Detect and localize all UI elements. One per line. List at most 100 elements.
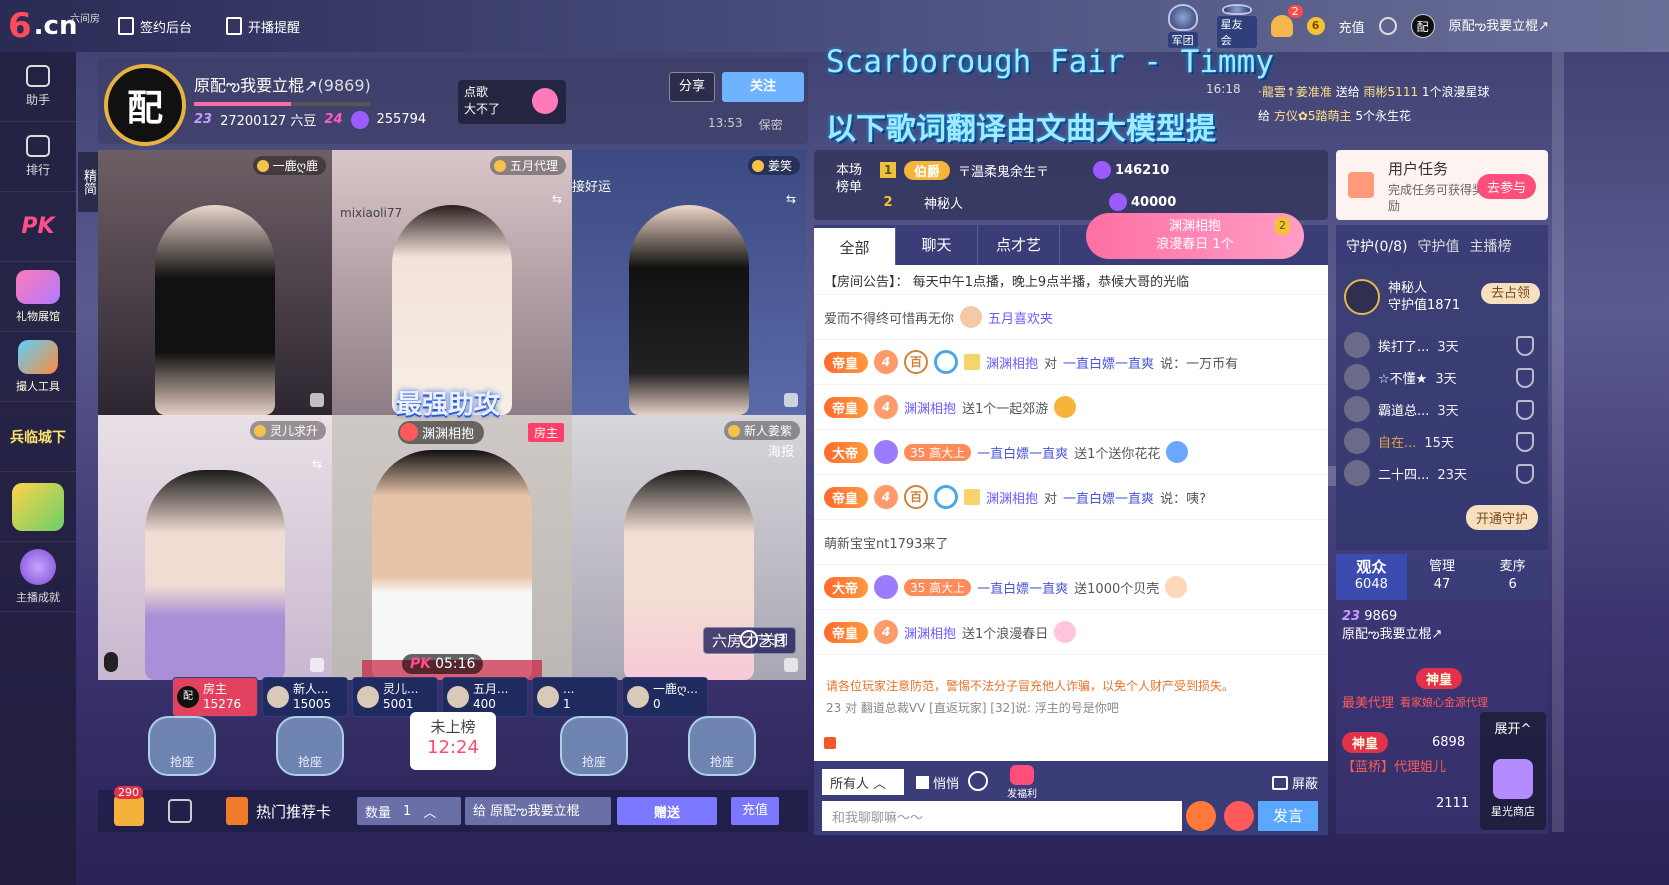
list-item[interactable]: 挨打了... 3天 bbox=[1344, 329, 1540, 361]
sidebar-item-gift-hall[interactable]: 礼物展馆 bbox=[0, 262, 76, 332]
user-avatar[interactable]: 配 bbox=[1410, 14, 1435, 38]
tab-anchor-rank[interactable]: 主播榜 bbox=[1469, 236, 1511, 256]
message-user[interactable]: 渊渊相抱 bbox=[904, 398, 956, 417]
join-task-button[interactable]: 去参与 bbox=[1476, 174, 1536, 199]
shop-icon[interactable] bbox=[1493, 759, 1533, 799]
host-name-tag[interactable]: 渊渊相抱 bbox=[398, 421, 485, 444]
sidebar-item-siege[interactable]: 兵临城下 bbox=[0, 402, 76, 472]
swap-icon[interactable]: ⇆ bbox=[786, 192, 796, 206]
sidebar-item-pk[interactable]: PK bbox=[0, 192, 76, 262]
rocket-icon[interactable] bbox=[1186, 801, 1216, 831]
welfare-button[interactable]: 发福利 bbox=[1004, 765, 1040, 800]
video-cell[interactable]: 五月代理 mixiaoli77 ⇆ bbox=[332, 150, 572, 415]
emoji-icon[interactable] bbox=[968, 771, 988, 791]
simplify-toggle[interactable]: 精简 bbox=[78, 152, 98, 212]
list-item[interactable]: 霸道总... 3天 bbox=[1344, 393, 1540, 425]
list-item[interactable]: 神皇 6898 bbox=[1342, 732, 1465, 753]
menu-icon[interactable] bbox=[1378, 17, 1397, 35]
message-user[interactable]: 五月喜欢夹 bbox=[988, 308, 1053, 327]
quantity-select[interactable]: 数量 1 ︿ bbox=[357, 797, 462, 825]
video-cell[interactable]: 姜笑 接好运 ⇆ bbox=[572, 150, 806, 415]
list-item[interactable]: 【蓝桥】代理姐儿 bbox=[1342, 756, 1446, 775]
paper-crane-icon[interactable] bbox=[168, 799, 192, 823]
microphone-icon[interactable] bbox=[104, 652, 118, 672]
collapse-handle[interactable] bbox=[1326, 466, 1336, 486]
anchor-name-text[interactable]: 原配ఌ我要立棍↗ bbox=[194, 76, 318, 95]
swap-icon[interactable]: ⇆ bbox=[312, 457, 322, 471]
swap-icon[interactable]: ⇆ bbox=[552, 192, 562, 206]
list-item[interactable]: 2111 bbox=[1436, 796, 1469, 811]
share-button[interactable]: 分享 bbox=[669, 72, 715, 102]
nav-sign-backend[interactable]: 签约后台 bbox=[104, 17, 206, 36]
tab-talent[interactable]: 点才艺 bbox=[978, 225, 1060, 265]
recharge-button[interactable]: 充值 bbox=[731, 797, 780, 825]
recipient-select[interactable]: 给 原配ఌ我要立棍 bbox=[465, 797, 612, 825]
message-user[interactable]: 渊渊相抱 bbox=[986, 488, 1038, 507]
star-club-button[interactable]: 星友会 bbox=[1216, 4, 1257, 48]
sidebar-item-tool[interactable]: 撮人工具 bbox=[0, 332, 76, 402]
gift-box-icon[interactable]: 290 bbox=[114, 786, 144, 826]
legion-button[interactable]: 军团 bbox=[1163, 4, 1203, 48]
ranking-row[interactable]: 2 神秘人 40000 bbox=[880, 190, 1176, 214]
list-item[interactable]: ☆不懂★ 3天 bbox=[1344, 361, 1540, 393]
list-item[interactable]: 神皇 bbox=[1416, 668, 1463, 689]
expand-panel[interactable]: 展开^ 星光商店 bbox=[1480, 712, 1546, 830]
list-item[interactable]: 二十四... 23天 bbox=[1344, 457, 1540, 489]
sidebar-item-assistant[interactable]: 助手 bbox=[0, 52, 76, 122]
right-scrollbar[interactable] bbox=[1552, 52, 1564, 832]
ranking-row[interactable]: 1 伯爵 〒温柔鬼余生〒 146210 bbox=[880, 158, 1169, 182]
whisper-checkbox[interactable]: 悄悄 bbox=[916, 773, 959, 792]
tab-admin[interactable]: 管理 47 bbox=[1407, 554, 1478, 600]
song-request[interactable]: 点歌 大不了 bbox=[458, 80, 566, 124]
tab-guard-value[interactable]: 守护值 bbox=[1417, 236, 1459, 256]
tab-mic-order[interactable]: 麦序 6 bbox=[1477, 554, 1548, 600]
tab-audience[interactable]: 观众 6048 bbox=[1336, 554, 1407, 600]
list-item[interactable]: 最美代理 看家娘心金源代理 bbox=[1342, 692, 1488, 712]
video-cell-host[interactable]: 渊渊相抱 房主 PK 05:16 bbox=[332, 415, 572, 680]
recharge-link[interactable]: 充值 bbox=[1339, 17, 1365, 36]
occupy-button[interactable]: 去占领 bbox=[1480, 283, 1540, 304]
grab-seat-button[interactable]: 抢座 bbox=[560, 716, 628, 776]
video-cell[interactable]: 灵儿求升 ⇆ bbox=[98, 415, 332, 680]
checkbox[interactable] bbox=[916, 776, 929, 789]
message-target[interactable]: 一直白嫖一直爽 bbox=[1063, 488, 1154, 507]
sidebar-item-harvest[interactable]: 丰年 bbox=[0, 472, 76, 542]
video-cell[interactable]: 一鹿ღ鹿 bbox=[98, 150, 332, 415]
message-user[interactable]: 渊渊相抱 bbox=[986, 353, 1038, 372]
grab-seat-button[interactable]: 抢座 bbox=[688, 716, 756, 776]
gift-highlight[interactable]: 渊渊相抱 浪漫春日 1个 2 bbox=[1086, 213, 1304, 259]
follow-button[interactable]: 关注 bbox=[722, 72, 804, 102]
rocket-icon[interactable] bbox=[1224, 801, 1254, 831]
sidebar-item-ranking[interactable]: 排行 bbox=[0, 122, 76, 192]
sidebar-item-achievement[interactable]: 主播成就 bbox=[0, 542, 76, 612]
hot-recommend-card[interactable]: 热门推荐卡 bbox=[226, 797, 331, 825]
list-item[interactable]: 23 9869 原配ఌ我要立棍↗ bbox=[1336, 604, 1548, 648]
emperor-badge: 帝皇 bbox=[824, 486, 869, 508]
send-gift-button[interactable]: 赠送 bbox=[617, 797, 718, 825]
message-user[interactable]: 一直白嫖一直爽 bbox=[977, 443, 1068, 462]
guard-avatar[interactable] bbox=[1344, 279, 1380, 315]
block-button[interactable]: 屏蔽 bbox=[1271, 773, 1318, 792]
tab-all[interactable]: 全部 bbox=[814, 225, 896, 265]
tab-guard[interactable]: 守护(0/8) bbox=[1346, 236, 1407, 256]
send-message-button[interactable]: 发言 bbox=[1258, 801, 1318, 831]
volume-icon[interactable] bbox=[310, 658, 324, 672]
anchor-avatar[interactable]: 配 bbox=[104, 64, 186, 146]
tab-chat[interactable]: 聊天 bbox=[896, 225, 978, 265]
flag-icon[interactable] bbox=[824, 737, 836, 749]
message-target[interactable]: 一直白嫖一直爽 bbox=[1063, 353, 1154, 372]
grab-seat-button[interactable]: 抢座 bbox=[148, 716, 216, 776]
bell-icon[interactable]: 2 bbox=[1270, 5, 1303, 37]
user-name[interactable]: 原配ఌ我要立棍↗ bbox=[1449, 15, 1549, 37]
volume-icon[interactable] bbox=[310, 393, 324, 407]
list-item[interactable]: 自在... 15天 bbox=[1344, 425, 1540, 457]
grab-seat-button[interactable]: 抢座 bbox=[276, 716, 344, 776]
ranking-title[interactable]: 本场 榜单 bbox=[836, 162, 862, 196]
open-guard-button[interactable]: 开通守护 bbox=[1465, 505, 1538, 530]
recipient-dropdown[interactable]: 所有人 ︿ bbox=[822, 769, 904, 795]
message-user[interactable]: 一直白嫖一直爽 bbox=[977, 578, 1068, 597]
nav-live-reminder[interactable]: 开播提醒 bbox=[212, 17, 314, 36]
message-user[interactable]: 渊渊相抱 bbox=[904, 623, 956, 642]
chat-input[interactable]: 和我聊聊嘛～～ bbox=[822, 801, 1182, 831]
site-logo[interactable]: 6 .cn 六间房 bbox=[0, 0, 100, 52]
